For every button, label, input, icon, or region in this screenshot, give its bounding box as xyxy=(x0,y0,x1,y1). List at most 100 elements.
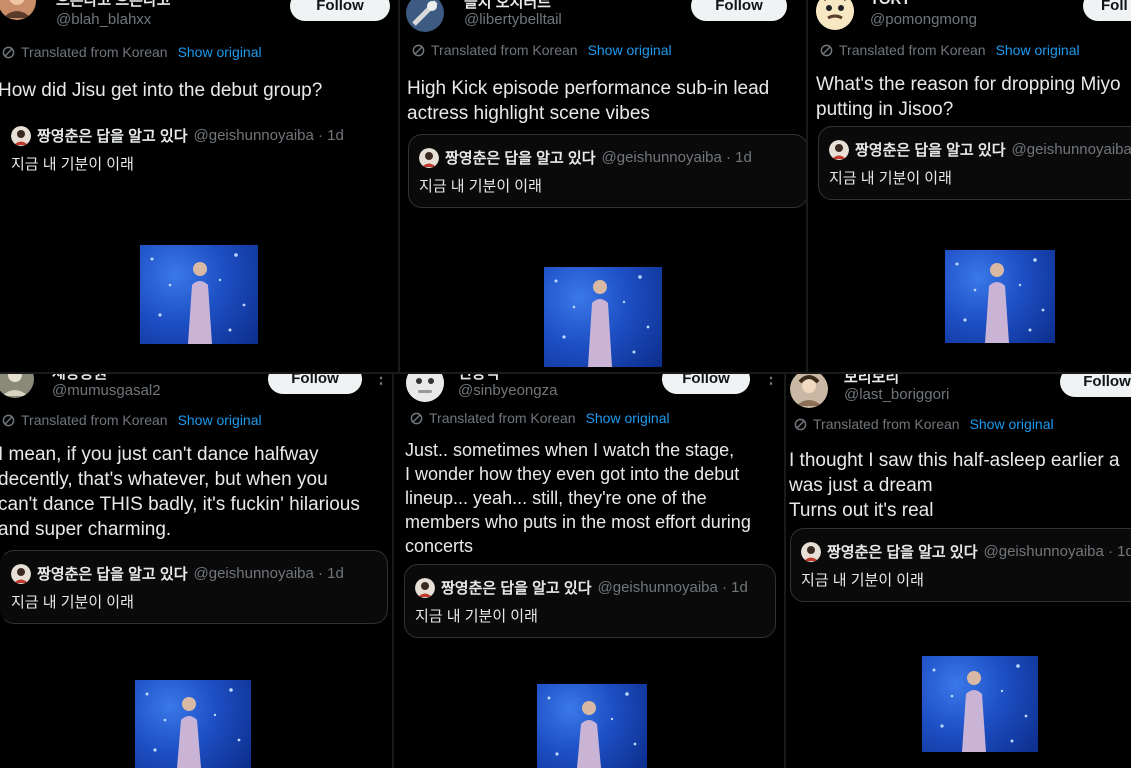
quoted-header: 짱영춘은 답을 알고 있다 @geishunnoyaiba · 1d xyxy=(415,577,748,598)
avatar[interactable] xyxy=(790,374,828,408)
tweet-text: How did Jisu get into the debut group? xyxy=(0,80,323,101)
user-handle: @blah_blahxx xyxy=(56,11,152,28)
translation-notice: Translated from Korean Show original xyxy=(820,42,1080,58)
show-original-link[interactable]: Show original xyxy=(586,410,670,426)
tweet-text: I mean, if you just can't dance halfway … xyxy=(0,444,360,540)
quoted-handle: @geishunnoyaiba · 1d xyxy=(597,579,748,596)
user-handle: @libertybelltail xyxy=(464,11,562,28)
translation-notice: Translated from Korean Show original xyxy=(794,416,1054,432)
avatar[interactable] xyxy=(406,0,444,32)
quoted-handle: @geishunnoyaiba xyxy=(1011,141,1131,158)
translated-label: Translated from Korean xyxy=(839,42,986,58)
quoted-tweet[interactable]: 짱영춘은 답을 알고 있다 @geishunnoyaiba · 1d 지금 내 … xyxy=(790,528,1131,602)
quoted-name: 짱영춘은 답을 알고 있다 xyxy=(855,142,1006,159)
display-name: 으른다고 으른다고 xyxy=(56,0,171,9)
translation-notice: Translated from Korean Show original xyxy=(412,42,672,58)
collage-divider xyxy=(392,374,394,768)
quoted-header: 짱영춘은 답을 알고 있다 @geishunnoyaiba xyxy=(829,139,1131,160)
quoted-header: 짱영춘은 답을 알고 있다 @geishunnoyaiba · 1d xyxy=(801,541,1131,562)
tweet-text: High Kick episode performance sub-in lea… xyxy=(407,78,770,124)
quoted-avatar xyxy=(11,125,31,146)
display-name: TORY xyxy=(870,0,911,8)
tweet-panel-3: TORY @pomongmong Foll Translated from Ko… xyxy=(808,0,1131,372)
user-handle: @pomongmong xyxy=(870,11,977,28)
quoted-tweet[interactable]: 짱영춘은 답을 알고 있다 @geishunnoyaiba · 1d 지금 내 … xyxy=(0,550,388,624)
quoted-avatar xyxy=(415,577,435,598)
follow-button[interactable]: Follow xyxy=(268,374,362,394)
translation-notice: Translated from Korean Show original xyxy=(2,44,262,60)
quoted-text: 지금 내 기분이 이래 xyxy=(11,594,134,611)
quoted-name: 짱영춘은 답을 알고 있다 xyxy=(441,580,592,597)
collage-divider xyxy=(784,374,786,768)
avatar[interactable] xyxy=(0,374,34,398)
quoted-name: 짱영춘은 답을 알고 있다 xyxy=(37,566,188,583)
video-thumbnail[interactable] xyxy=(140,245,258,344)
tweet-text: What's the reason for dropping Miyo putt… xyxy=(816,74,1121,120)
tweet-panel-1: 으른다고 으른다고 @blah_blahxx Follow Translated… xyxy=(0,0,398,372)
video-thumbnail[interactable] xyxy=(922,656,1038,752)
translate-icon xyxy=(820,44,833,56)
translation-notice: Translated from Korean Show original xyxy=(2,412,262,428)
quoted-tweet[interactable]: 짱영춘은 답을 알고 있다 @geishunnoyaiba · 1d 지금 내 … xyxy=(404,564,776,638)
quoted-avatar xyxy=(829,139,849,160)
quoted-text: 지금 내 기분이 이래 xyxy=(11,156,134,173)
quoted-avatar xyxy=(801,541,821,562)
show-original-link[interactable]: Show original xyxy=(970,416,1054,432)
translated-label: Translated from Korean xyxy=(813,416,960,432)
show-original-link[interactable]: Show original xyxy=(178,412,262,428)
quoted-header: 짱영춘은 답을 알고 있다 @geishunnoyaiba · 1d xyxy=(11,563,344,584)
quoted-handle: @geishunnoyaiba · 1d xyxy=(193,565,344,582)
video-thumbnail[interactable] xyxy=(945,250,1055,343)
show-original-link[interactable]: Show original xyxy=(588,42,672,58)
translated-label: Translated from Korean xyxy=(429,410,576,426)
quoted-name: 짱영춘은 답을 알고 있다 xyxy=(827,544,978,561)
quoted-header: 짱영춘은 답을 알고 있다 @geishunnoyaiba · 1d xyxy=(11,125,344,146)
quoted-name: 짱영춘은 답을 알고 있다 xyxy=(445,150,596,167)
avatar[interactable] xyxy=(0,0,36,20)
show-original-link[interactable]: Show original xyxy=(996,42,1080,58)
video-thumbnail[interactable] xyxy=(544,267,662,367)
tweet-panel-6: 보리보리 @last_boriggori Follow Translated f… xyxy=(786,374,1131,768)
tweet-text: Just.. sometimes when I watch the stage,… xyxy=(405,440,751,556)
collage-divider xyxy=(398,0,400,372)
more-options-icon[interactable]: ⋮ xyxy=(763,374,779,388)
tweet-panel-2: 블지 오지터르 @libertybelltail Follow Translat… xyxy=(400,0,806,372)
quoted-handle: @geishunnoyaiba · 1d xyxy=(193,127,344,144)
follow-button[interactable]: Follow xyxy=(691,0,787,21)
video-thumbnail[interactable] xyxy=(135,680,251,768)
quoted-text: 지금 내 기분이 이래 xyxy=(829,170,952,187)
tweet-text: I thought I saw this half-asleep earlier… xyxy=(789,450,1120,521)
translated-label: Translated from Korean xyxy=(21,44,168,60)
video-thumbnail[interactable] xyxy=(537,684,647,768)
more-options-icon[interactable]: ⋮ xyxy=(373,374,389,388)
quoted-avatar xyxy=(419,147,439,168)
tweet-panel-5: 민동석 @sinbyeongza Follow ⋮ Translated fro… xyxy=(394,374,784,768)
user-handle: @sinbyeongza xyxy=(458,382,558,399)
quoted-name: 짱영춘은 답을 알고 있다 xyxy=(37,128,188,145)
translate-icon xyxy=(2,46,15,58)
translated-label: Translated from Korean xyxy=(21,412,168,428)
translation-notice: Translated from Korean Show original xyxy=(410,410,670,426)
follow-button[interactable]: Foll xyxy=(1083,0,1131,21)
avatar[interactable] xyxy=(406,374,444,402)
show-original-link[interactable]: Show original xyxy=(178,44,262,60)
quoted-avatar xyxy=(11,563,31,584)
avatar[interactable] xyxy=(816,0,854,30)
quoted-header: 짱영춘은 답을 알고 있다 @geishunnoyaiba · 1d xyxy=(419,147,752,168)
quoted-text: 지금 내 기분이 이래 xyxy=(415,608,538,625)
user-handle: @mumusgasal2 xyxy=(52,382,161,399)
follow-button[interactable]: Follow xyxy=(1060,374,1131,397)
quoted-tweet[interactable]: 짱영춘은 답을 알고 있다 @geishunnoyaiba 지금 내 기분이 이… xyxy=(818,126,1131,200)
translate-icon xyxy=(2,414,15,426)
user-handle: @last_boriggori xyxy=(844,386,950,403)
quoted-tweet[interactable]: 짱영춘은 답을 알고 있다 @geishunnoyaiba · 1d 지금 내 … xyxy=(408,134,806,208)
collage-divider xyxy=(0,372,1131,374)
translate-icon xyxy=(410,412,423,424)
follow-button[interactable]: Follow xyxy=(290,0,390,21)
quoted-text: 지금 내 기분이 이래 xyxy=(419,178,542,195)
translated-label: Translated from Korean xyxy=(431,42,578,58)
translate-icon xyxy=(412,44,425,56)
quoted-handle: @geishunnoyaiba · 1d xyxy=(983,543,1131,560)
tweet-panel-4: 세종공원 @mumusgasal2 Follow ⋮ Translated fr… xyxy=(0,374,392,768)
follow-button[interactable]: Follow xyxy=(662,374,750,394)
